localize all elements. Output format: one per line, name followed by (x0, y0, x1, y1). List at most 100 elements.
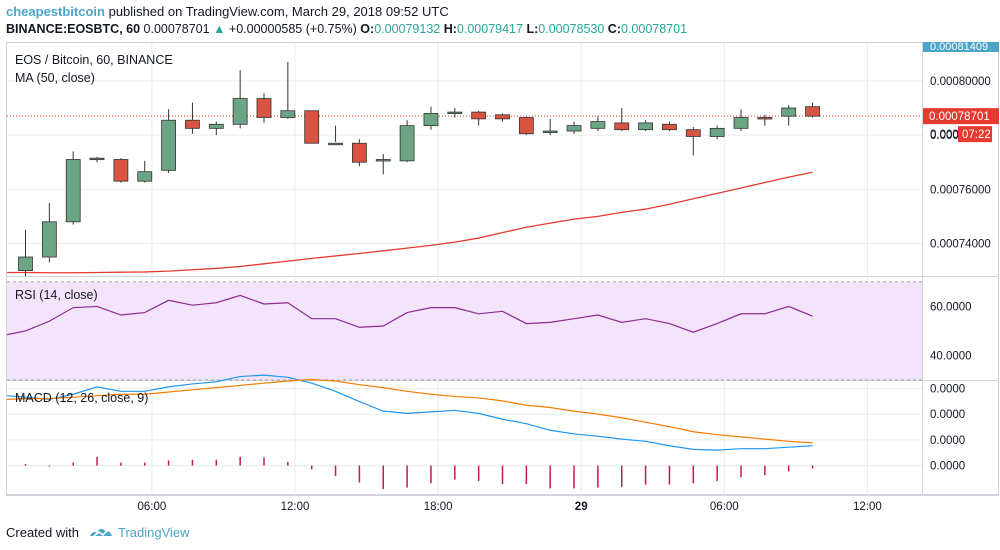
macd-histogram-bar (310, 465, 313, 470)
ma-line (7, 171, 813, 274)
time-tick-label: 18:00 (424, 501, 453, 513)
rsi-pane-title: RSI (14, close) (15, 288, 98, 302)
candle-body (113, 159, 129, 182)
candle-body (41, 221, 57, 258)
close-value: 0.00078701 (621, 22, 688, 36)
ohlc-line: BINANCE:EOSBTC, 60 0.00078701 ▲ +0.00000… (6, 22, 687, 36)
rsi-tick-label: 40.0000 (930, 350, 972, 362)
macd-histogram-bar (668, 465, 671, 485)
candle (781, 105, 797, 126)
candle (638, 120, 653, 132)
macd-histogram-bar (621, 465, 623, 487)
candle-body (518, 117, 534, 135)
top-price-label: 0.00081409 (930, 42, 988, 53)
candle (256, 93, 272, 123)
macd-histogram-bar (764, 465, 766, 476)
macd-histogram-bar (96, 456, 98, 466)
ma-layer (7, 115, 922, 274)
countdown-label: 07:22 (962, 129, 991, 141)
candle (733, 109, 749, 132)
macd-histogram-bar (811, 465, 814, 469)
macd-histogram-bar (549, 465, 551, 489)
price-tick-label: 0.00076000 (930, 184, 991, 196)
macd-line (6, 374, 813, 451)
time-tick-label: 12:00 (853, 501, 882, 513)
candle (185, 102, 200, 134)
candle-body (65, 159, 81, 223)
candle-body (423, 113, 439, 127)
macd-histogram-bar (787, 465, 790, 472)
candle-body (399, 125, 415, 162)
low-value: 0.00078530 (538, 22, 605, 36)
published-text: published on TradingView.com, March 29, … (108, 4, 449, 19)
candle-body (709, 127, 725, 137)
symbol-label: BINANCE:EOSBTC, 60 (6, 22, 141, 36)
macd-histogram-bar (263, 457, 265, 466)
macd-histogram-bar (454, 465, 456, 480)
candle-body (590, 121, 606, 129)
price-tick-label: 0.00080000 (930, 76, 991, 88)
candle (208, 121, 224, 136)
candle (351, 139, 367, 167)
macd-histogram-bar (644, 465, 647, 485)
candle-body (18, 256, 33, 271)
macd-tick-label: 0.0000 (930, 383, 965, 395)
candle-body (137, 171, 153, 182)
candle (518, 116, 534, 136)
candle (232, 70, 248, 129)
change-value: +0.00000585 (+0.75%) (228, 22, 357, 36)
tradingview-logo-icon[interactable] (88, 524, 114, 542)
candle (685, 126, 701, 156)
candle-body (161, 119, 177, 171)
rsi-band-fill (7, 281, 922, 380)
macd-histogram-bar (740, 465, 742, 478)
open-label: O: (360, 22, 375, 36)
candle-body (542, 130, 558, 133)
macd-histogram-bar (120, 462, 122, 466)
macd-tick-label: 0.0000 (930, 435, 965, 447)
macd-histogram-bar (144, 462, 146, 466)
candle-body (757, 117, 773, 120)
rsi-tick-label: 60.0000 (930, 301, 972, 313)
candle-body (685, 129, 701, 137)
candle (423, 106, 439, 130)
up-arrow-icon: ▲ (213, 22, 226, 36)
macd-histogram-bar (501, 465, 504, 484)
macd-histogram-bar (167, 460, 170, 466)
candle-body (471, 111, 487, 120)
candle-body (733, 117, 749, 129)
candle (18, 229, 33, 276)
macd-histogram-bar (191, 459, 194, 466)
candle (280, 61, 296, 119)
macd-histogram-bar (358, 465, 361, 483)
high-value: 0.00079417 (456, 22, 523, 36)
macd-histogram-bar (287, 461, 289, 466)
candle-body (256, 98, 272, 118)
candle-body (805, 106, 820, 117)
candle (399, 120, 415, 163)
chart-frame (6, 42, 999, 495)
close-label: C: (607, 22, 621, 36)
macd-histogram-bar (239, 456, 241, 466)
created-with-label: Created with (6, 525, 79, 540)
candle-body (781, 107, 797, 117)
candle-body (638, 122, 653, 131)
candle-body (614, 122, 630, 131)
high-label: H: (443, 22, 457, 36)
author-link[interactable]: cheapestbitcoin (6, 4, 105, 19)
tradingview-brand[interactable]: TradingView (118, 525, 190, 540)
candle (447, 108, 463, 118)
macd-histogram-bar (215, 459, 218, 466)
macd-histogram-bar (406, 465, 408, 488)
footer: Created with TradingView (0, 518, 1000, 550)
time-tick-label: 12:00 (281, 501, 310, 513)
candle-body (185, 119, 200, 129)
candle (614, 108, 630, 132)
publish-line: cheapestbitcoin published on TradingView… (6, 4, 449, 19)
macd-histogram-bar (430, 465, 432, 484)
chart-area[interactable]: 06:00 12:00 18:00 29 06:00 12:00 0.00080000 0.0… (0, 42, 1000, 518)
macd-histogram-bar (477, 465, 480, 482)
candle-body (280, 110, 296, 118)
candle-body (566, 125, 582, 132)
candle-body (375, 159, 391, 162)
